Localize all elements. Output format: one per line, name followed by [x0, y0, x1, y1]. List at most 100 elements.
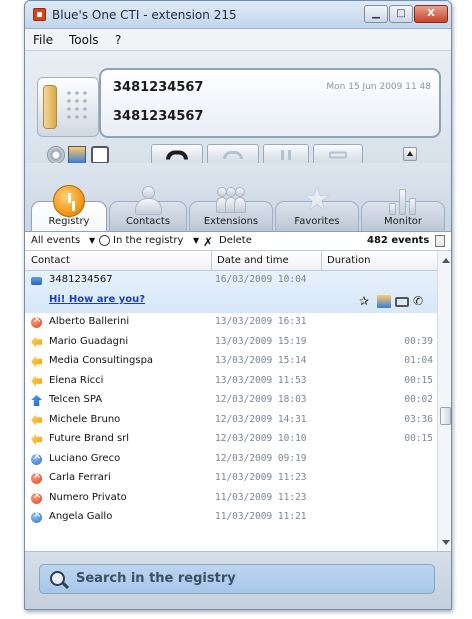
row-duration: 00:02 [404, 394, 433, 405]
group-icon [215, 185, 247, 217]
search-area: Search in the registry [25, 551, 451, 609]
transfer-icon [329, 151, 347, 159]
table-row[interactable]: Elena Ricci 13/03/2009 11:53 00:15 [25, 372, 437, 391]
table-row[interactable]: Carla Ferrari 11/03/2009 11:23 [25, 469, 437, 488]
minimize-button[interactable]: ▁ [364, 5, 388, 23]
message-icon[interactable] [395, 297, 409, 307]
clock-small-icon [99, 235, 110, 246]
clock-icon [53, 185, 85, 217]
search-input[interactable]: Search in the registry [39, 564, 435, 594]
table-row[interactable]: Michele Bruno 12/03/2009 14:31 03:36 [25, 411, 437, 430]
title-bar: Blue's One CTI - extension 215 ▁ □ X [25, 1, 451, 29]
app-logo-icon [33, 8, 46, 21]
scope-filter-dropdown[interactable]: In the registry [113, 235, 183, 246]
search-icon [50, 571, 65, 586]
row-contact: Alberto Ballerini [49, 316, 130, 327]
row-contact: Telcen SPA [49, 394, 103, 405]
table-row[interactable]: Telcen SPA 12/03/2009 18:03 00:02 [25, 391, 437, 410]
tab-extensions-label: Extensions [203, 216, 259, 227]
row-date: 12/03/2009 14:31 [215, 413, 307, 425]
incoming-call-icon [31, 375, 42, 387]
display-datetime: Mon 15 Jun 2009 11 48 [326, 82, 431, 92]
events-filter-dropdown[interactable]: All events [31, 235, 80, 246]
row-date: 13/03/2009 11:53 [215, 374, 307, 386]
expand-panel-button[interactable] [403, 147, 417, 161]
table-row[interactable]: Future Brand srl 12/03/2009 10:10 00:15 [25, 430, 437, 449]
table-row[interactable]: Alberto Ballerini 13/03/2009 16:31 [25, 313, 437, 332]
row-contact: Carla Ferrari [49, 472, 111, 483]
column-duration[interactable]: Duration [327, 255, 370, 266]
scroll-down-icon[interactable] [442, 540, 450, 545]
menu-tools[interactable]: Tools [69, 33, 99, 47]
table-row[interactable]: Luciano Greco 12/03/2009 09:19 [25, 450, 437, 469]
row-date: 11/03/2009 11:23 [215, 491, 307, 503]
row-date: 13/03/2009 15:14 [215, 355, 307, 366]
incoming-call-icon [31, 414, 42, 426]
menu-file[interactable]: File [33, 33, 53, 47]
table-row[interactable]: Angela Gallo 11/03/2009 11:21 [25, 508, 437, 527]
contact-card-icon[interactable] [68, 146, 86, 164]
person-icon [132, 185, 164, 217]
search-placeholder: Search in the registry [76, 571, 236, 586]
window-title: Blue's One CTI - extension 215 [52, 8, 237, 22]
tab-contacts-label: Contacts [125, 216, 171, 227]
vertical-scrollbar[interactable] [437, 251, 451, 551]
chevron-down-icon[interactable]: ▼ [193, 236, 199, 245]
handset-icon [223, 151, 243, 159]
selected-row[interactable]: 3481234567 16/03/2009 10:04 Hi! How are … [25, 271, 437, 313]
row-contact: Numero Privato [49, 491, 127, 503]
outgoing-call-icon [31, 395, 42, 406]
export-icon[interactable] [435, 235, 445, 247]
table-row[interactable]: Numero Privato 11/03/2009 11:23 [25, 489, 437, 508]
tab-bar: Registry Contacts Extensions Favorites ★… [25, 163, 451, 231]
filter-bar: All events ▼ In the registry ▼ ✗ Delete … [25, 231, 451, 250]
row-contact: Mario Guadagni [49, 335, 129, 347]
table-row[interactable]: Mario Guadagni 13/03/2009 15:19 00:39 [25, 333, 437, 352]
missed-call-icon [31, 314, 42, 328]
column-date[interactable]: Date and time [217, 255, 289, 266]
tab-favorites-label: Favorites [294, 216, 340, 227]
menu-help[interactable]: ? [115, 33, 121, 47]
scroll-up-icon[interactable] [442, 258, 450, 263]
row-duration: 00:39 [404, 335, 433, 347]
column-contact[interactable]: Contact [31, 255, 70, 266]
row-date: 13/03/2009 15:19 [215, 335, 307, 347]
maximize-button[interactable]: □ [389, 5, 413, 23]
table-header: Contact Date and time Duration [25, 251, 437, 271]
row-contact: Michele Bruno [49, 413, 121, 425]
unanswered-call-icon [31, 451, 42, 465]
row-date: 12/03/2009 09:19 [215, 452, 307, 464]
broom-icon: ✗ [203, 235, 214, 249]
hangup-icon [166, 150, 188, 160]
incoming-call-icon [31, 336, 42, 348]
chevron-down-icon[interactable]: ▼ [89, 236, 95, 245]
row-date: 11/03/2009 11:21 [215, 511, 307, 522]
table-row[interactable]: Media Consultingspa 13/03/2009 15:14 01:04 [25, 352, 437, 371]
close-button[interactable]: X [414, 5, 448, 23]
scroll-thumb[interactable] [440, 407, 451, 425]
contact-card-icon[interactable] [377, 295, 391, 308]
row-date: 11/03/2009 11:23 [215, 472, 307, 483]
table-row[interactable]: 3481234567 16/03/2009 10:04 [25, 271, 437, 290]
row-duration: 00:15 [404, 433, 433, 444]
row-contact: Angela Gallo [49, 511, 113, 522]
menu-bar: File Tools ? [25, 29, 451, 51]
row-date: 16/03/2009 10:04 [215, 274, 307, 285]
incoming-call-icon [31, 434, 42, 445]
row-contact: Elena Ricci [49, 374, 104, 386]
envelope-icon [31, 277, 42, 285]
record-icon[interactable] [47, 146, 65, 164]
phone-call-icon[interactable]: ✆ [413, 295, 427, 308]
row-date: 12/03/2009 18:03 [215, 394, 307, 405]
row-duration: 00:15 [404, 374, 433, 386]
row-date: 12/03/2009 10:10 [215, 433, 307, 444]
delete-button[interactable]: Delete [219, 235, 252, 246]
favorite-star-icon[interactable]: ✰ [359, 295, 373, 308]
bars-icon [387, 185, 419, 217]
row-contact: Media Consultingspa [49, 355, 154, 366]
star-icon: ★ [303, 182, 331, 217]
caller-number: 3481234567 [113, 80, 204, 95]
tab-registry-label: Registry [48, 216, 90, 227]
message-link[interactable]: Hi! How are you? [49, 294, 145, 305]
message-icon[interactable] [91, 146, 109, 164]
